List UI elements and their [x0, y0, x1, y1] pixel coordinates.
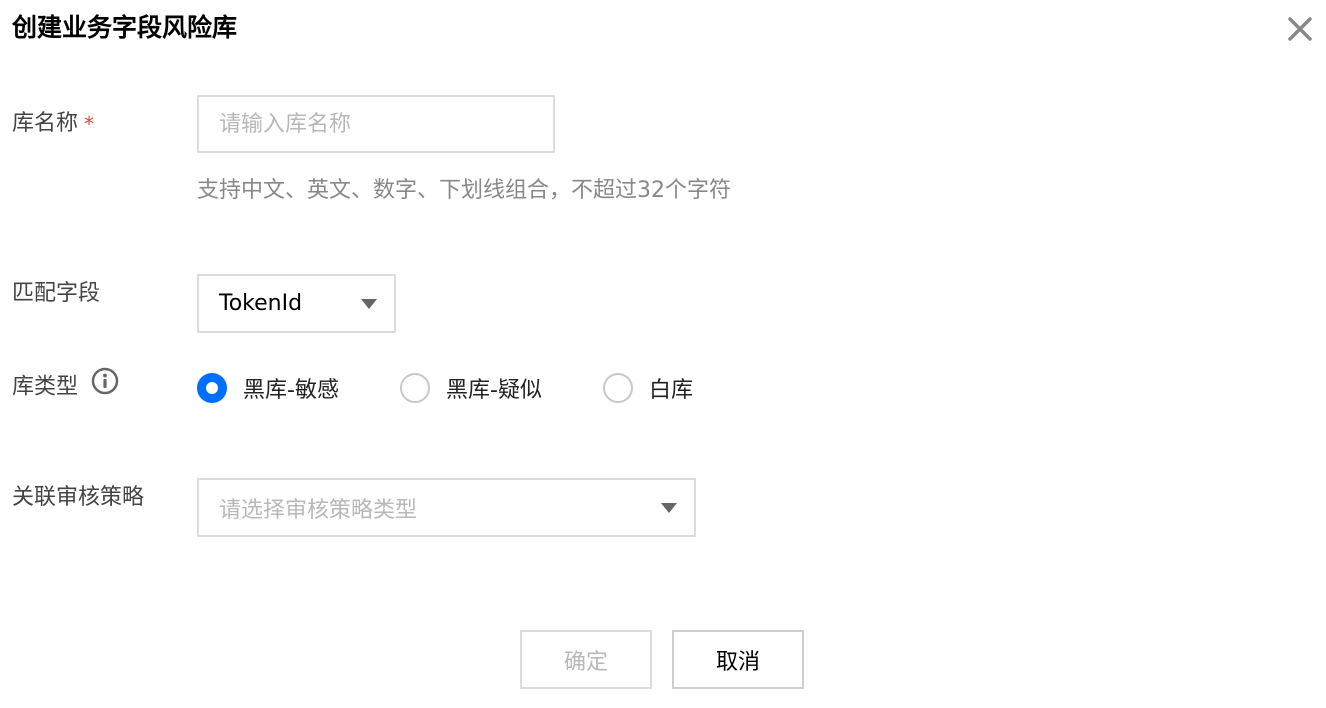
radio-label: 黑库-疑似	[446, 378, 542, 403]
library-name-input[interactable]	[197, 95, 555, 153]
required-mark: *	[84, 112, 95, 136]
cancel-button[interactable]: 取消	[672, 630, 804, 689]
match-field-value: TokenId	[219, 291, 303, 316]
library-name-hint: 支持中文、英文、数字、下划线组合，不超过32个字符	[197, 178, 731, 203]
library-type-label: 库类型	[12, 367, 119, 404]
radio-label: 白库	[649, 378, 694, 403]
confirm-button[interactable]: 确定	[520, 630, 652, 689]
policy-select[interactable]: 请选择审核策略类型	[197, 478, 696, 537]
radio-checked-icon	[197, 373, 227, 403]
radio-white[interactable]: 白库	[603, 371, 693, 405]
library-type-label-text: 库类型	[12, 374, 79, 400]
radio-unchecked-icon	[400, 373, 430, 403]
library-name-label: 库名称 *	[12, 109, 94, 139]
policy-label: 关联审核策略	[12, 485, 145, 510]
radio-unchecked-icon	[603, 373, 633, 403]
close-icon[interactable]	[1280, 9, 1320, 49]
chevron-down-icon	[361, 298, 377, 309]
library-name-label-text: 库名称	[12, 111, 79, 136]
radio-black-suspected[interactable]: 黑库-疑似	[400, 371, 542, 405]
match-field-select[interactable]: TokenId	[197, 274, 396, 333]
info-icon[interactable]	[91, 367, 119, 404]
match-field-label: 匹配字段	[12, 281, 101, 306]
policy-placeholder: 请选择审核策略类型	[219, 497, 418, 523]
chevron-down-icon	[661, 502, 677, 513]
create-risk-library-dialog: 创建业务字段风险库 库名称* 支持中文、英文、数字、下划线组合，不超过32个字符…	[0, 0, 1326, 708]
dialog-title: 创建业务字段风险库	[12, 13, 238, 42]
radio-label: 黑库-敏感	[243, 378, 339, 403]
radio-black-sensitive[interactable]: 黑库-敏感	[197, 371, 339, 405]
